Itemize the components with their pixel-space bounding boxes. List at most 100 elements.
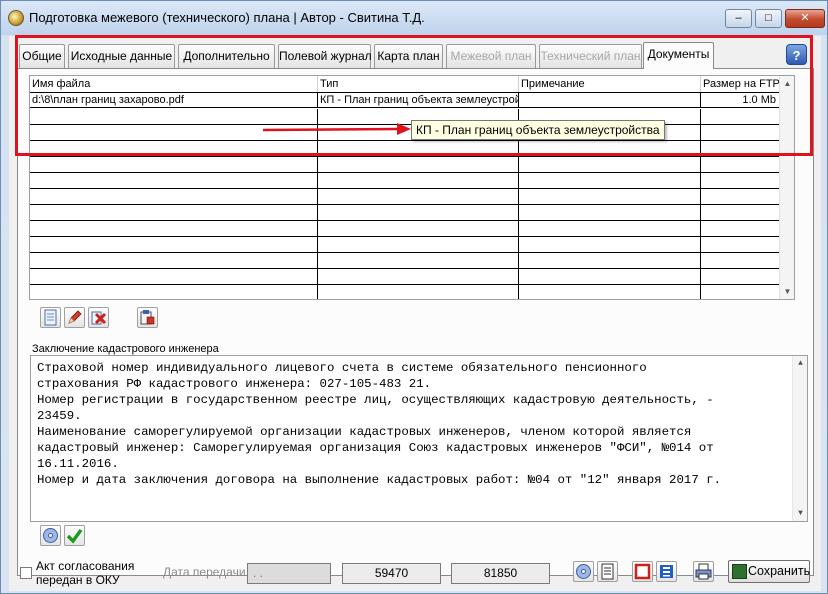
tab-source-data[interactable]: Исходные данные bbox=[68, 44, 175, 68]
scroll-down-arrow-icon[interactable]: ▼ bbox=[793, 506, 807, 521]
table-cell bbox=[519, 189, 701, 204]
table-cell bbox=[701, 285, 780, 299]
minimize-button[interactable]: – bbox=[725, 9, 752, 28]
maximize-button[interactable]: □ bbox=[755, 9, 782, 28]
column-header-note[interactable]: Примечание bbox=[519, 76, 701, 92]
document-icon bbox=[601, 563, 614, 580]
table-cell bbox=[519, 141, 701, 156]
table-row[interactable] bbox=[30, 189, 780, 205]
window-title: Подготовка межевого (технического) плана… bbox=[29, 10, 425, 25]
documents-grid[interactable]: Имя файла Тип Примечание Размер на FTP d… bbox=[29, 75, 795, 300]
table-row[interactable] bbox=[30, 205, 780, 221]
table-cell bbox=[519, 237, 701, 252]
table-row[interactable] bbox=[30, 237, 780, 253]
conclusion-line: страхования РФ кадастрового инженера: 02… bbox=[37, 377, 432, 391]
conclusion-line: Страховой номер индивидуального лицевого… bbox=[37, 361, 647, 375]
frame-button[interactable] bbox=[632, 561, 653, 582]
table-cell bbox=[30, 189, 318, 204]
conclusion-line: 23459. bbox=[37, 409, 82, 423]
table-row[interactable] bbox=[30, 173, 780, 189]
title-bar: Подготовка межевого (технического) плана… bbox=[1, 1, 827, 35]
table-cell bbox=[519, 269, 701, 284]
table-cell bbox=[701, 237, 780, 252]
save-icon bbox=[732, 564, 747, 579]
cell-type: КП - План границ объекта землеустройства bbox=[320, 93, 519, 108]
printer-icon bbox=[695, 563, 712, 580]
tab-map-plan[interactable]: Карта план bbox=[374, 44, 443, 68]
conclusion-textarea[interactable]: Страховой номер индивидуального лицевого… bbox=[30, 355, 808, 522]
table-cell bbox=[318, 221, 519, 236]
tab-documents[interactable]: Документы bbox=[643, 42, 714, 69]
app-icon bbox=[8, 10, 24, 26]
export-button[interactable] bbox=[137, 307, 158, 328]
tab-boundary-plan: Межевой план bbox=[446, 44, 536, 68]
column-header-ftp-size[interactable]: Размер на FTP bbox=[701, 76, 780, 92]
cell-file-name: d:\8\план границ захарово.pdf bbox=[30, 93, 318, 108]
disc-icon bbox=[576, 564, 591, 579]
act-submitted-label-line2: передан в ОКУ bbox=[36, 573, 120, 587]
table-cell bbox=[318, 269, 519, 284]
cell-ftp-size: 1.0 Mb bbox=[701, 93, 780, 108]
textarea-scrollbar[interactable]: ▲ ▼ bbox=[792, 356, 807, 521]
table-cell bbox=[701, 173, 780, 188]
conclusion-text: Страховой номер индивидуального лицевого… bbox=[37, 360, 789, 488]
table-row[interactable] bbox=[30, 141, 780, 157]
table-row[interactable] bbox=[30, 157, 780, 173]
table-cell bbox=[701, 221, 780, 236]
red-frame-icon bbox=[634, 563, 651, 580]
table-cell bbox=[30, 157, 318, 172]
table-row[interactable] bbox=[30, 269, 780, 285]
edit-button[interactable] bbox=[64, 307, 85, 328]
column-header-type[interactable]: Тип bbox=[318, 76, 519, 92]
tab-general[interactable]: Общие bbox=[19, 44, 65, 68]
table-row[interactable] bbox=[30, 285, 780, 299]
conclusion-line: Номер и дата заключения договора на выпо… bbox=[37, 473, 722, 487]
annotation-arrow-icon bbox=[263, 123, 411, 135]
act-submitted-checkbox[interactable] bbox=[20, 567, 32, 579]
table-cell bbox=[519, 205, 701, 220]
table-cell bbox=[30, 269, 318, 284]
scroll-up-arrow-icon[interactable]: ▲ bbox=[780, 76, 794, 91]
table-cell bbox=[519, 157, 701, 172]
conclusion-line: Номер регистрации в государственном реес… bbox=[37, 393, 714, 407]
table-row[interactable] bbox=[30, 221, 780, 237]
table-cell bbox=[701, 189, 780, 204]
delete-icon bbox=[91, 311, 107, 325]
grid-scrollbar[interactable]: ▲ ▼ bbox=[779, 76, 794, 299]
main-window: Подготовка межевого (технического) плана… bbox=[0, 0, 828, 594]
scroll-down-arrow-icon[interactable]: ▼ bbox=[780, 284, 794, 299]
close-button[interactable]: ✕ bbox=[785, 9, 825, 28]
disc-button[interactable] bbox=[40, 525, 61, 546]
grid-header: Имя файла Тип Примечание Размер на FTP bbox=[30, 76, 780, 92]
new-document-button[interactable] bbox=[40, 307, 61, 328]
text-frame-button[interactable] bbox=[656, 561, 677, 582]
table-cell bbox=[701, 253, 780, 268]
act-submitted-label: Акт согласования передан в ОКУ bbox=[36, 559, 134, 587]
number-field-2: 81850 bbox=[451, 563, 550, 584]
disc-footer-button[interactable] bbox=[573, 561, 594, 582]
conclusion-line: Наименование саморегулируемой организаци… bbox=[37, 425, 692, 439]
table-cell bbox=[30, 285, 318, 299]
scroll-up-arrow-icon[interactable]: ▲ bbox=[793, 356, 807, 371]
document-button[interactable] bbox=[597, 561, 618, 582]
confirm-button[interactable] bbox=[64, 525, 85, 546]
number-field-1: 59470 bbox=[342, 563, 441, 584]
save-button[interactable]: Сохранить bbox=[728, 560, 810, 583]
table-cell bbox=[30, 253, 318, 268]
table-cell bbox=[318, 173, 519, 188]
tab-additional[interactable]: Дополнительно bbox=[178, 44, 275, 68]
pencil-icon bbox=[68, 310, 82, 324]
table-row[interactable] bbox=[30, 253, 780, 269]
disc-icon bbox=[43, 528, 58, 543]
conclusion-label: Заключение кадастрового инженера bbox=[32, 343, 219, 355]
table-cell bbox=[30, 173, 318, 188]
print-button[interactable] bbox=[693, 561, 714, 582]
table-cell bbox=[30, 205, 318, 220]
transfer-date-field[interactable]: . . bbox=[247, 563, 331, 584]
tab-field-journal[interactable]: Полевой журнал bbox=[278, 44, 372, 68]
table-row[interactable]: d:\8\план границ захарово.pdf КП - План … bbox=[30, 92, 780, 108]
delete-button[interactable] bbox=[88, 307, 109, 328]
table-cell bbox=[318, 237, 519, 252]
column-header-file-name[interactable]: Имя файла bbox=[30, 76, 318, 92]
help-button[interactable]: ? bbox=[786, 44, 807, 65]
